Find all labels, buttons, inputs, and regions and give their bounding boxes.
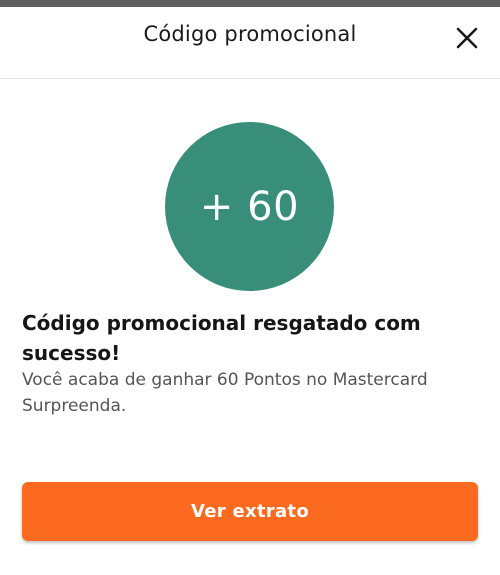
close-button[interactable] xyxy=(452,23,482,53)
modal-header: Código promocional xyxy=(0,7,500,79)
status-bar-strip xyxy=(0,0,500,7)
page-title: Código promocional xyxy=(143,22,357,46)
success-description: Você acaba de ganhar 60 Pontos no Master… xyxy=(22,370,428,416)
close-icon xyxy=(456,27,478,49)
view-statement-button[interactable]: Ver extrato xyxy=(22,482,478,541)
points-badge: + 60 xyxy=(165,122,334,291)
success-heading: Código promocional resgatado com sucesso… xyxy=(22,311,421,365)
points-value: + 60 xyxy=(199,183,300,230)
